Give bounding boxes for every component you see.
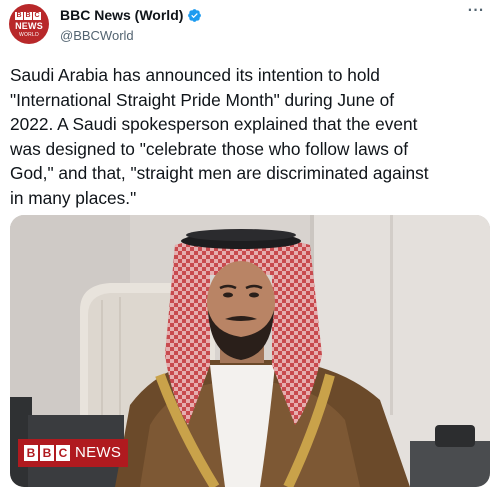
name-row: BBC News (World) xyxy=(60,6,202,24)
watermark-letter: B xyxy=(40,445,54,461)
verified-badge-icon xyxy=(188,8,202,22)
tweet-card: B B C NEWS WORLD BBC News (World) @BBCWo… xyxy=(0,0,500,488)
bbc-watermark-blocks: B B C xyxy=(24,445,70,461)
author-block: BBC News (World) @BBCWorld xyxy=(60,6,202,45)
avatar-logo-letter: B xyxy=(15,12,23,20)
avatar-logo-letter: B xyxy=(24,12,32,20)
avatar-world-label: WORLD xyxy=(18,32,40,38)
avatar-news-label: NEWS xyxy=(15,21,43,31)
avatar-logo-letter: C xyxy=(33,12,41,20)
more-options-icon[interactable]: ··· xyxy=(466,4,486,18)
watermark-letter: C xyxy=(56,445,70,461)
tweet-text: Saudi Arabia has announced its intention… xyxy=(10,65,429,208)
watermark-news-label: NEWS xyxy=(75,444,122,461)
bbc-news-watermark: B B C NEWS xyxy=(18,439,128,467)
handle[interactable]: @BBCWorld xyxy=(60,27,202,45)
watermark-letter: B xyxy=(24,445,38,461)
display-name[interactable]: BBC News (World) xyxy=(60,6,183,24)
bbc-logo-blocks: B B C xyxy=(15,12,41,20)
avatar[interactable]: B B C NEWS WORLD xyxy=(9,4,49,44)
